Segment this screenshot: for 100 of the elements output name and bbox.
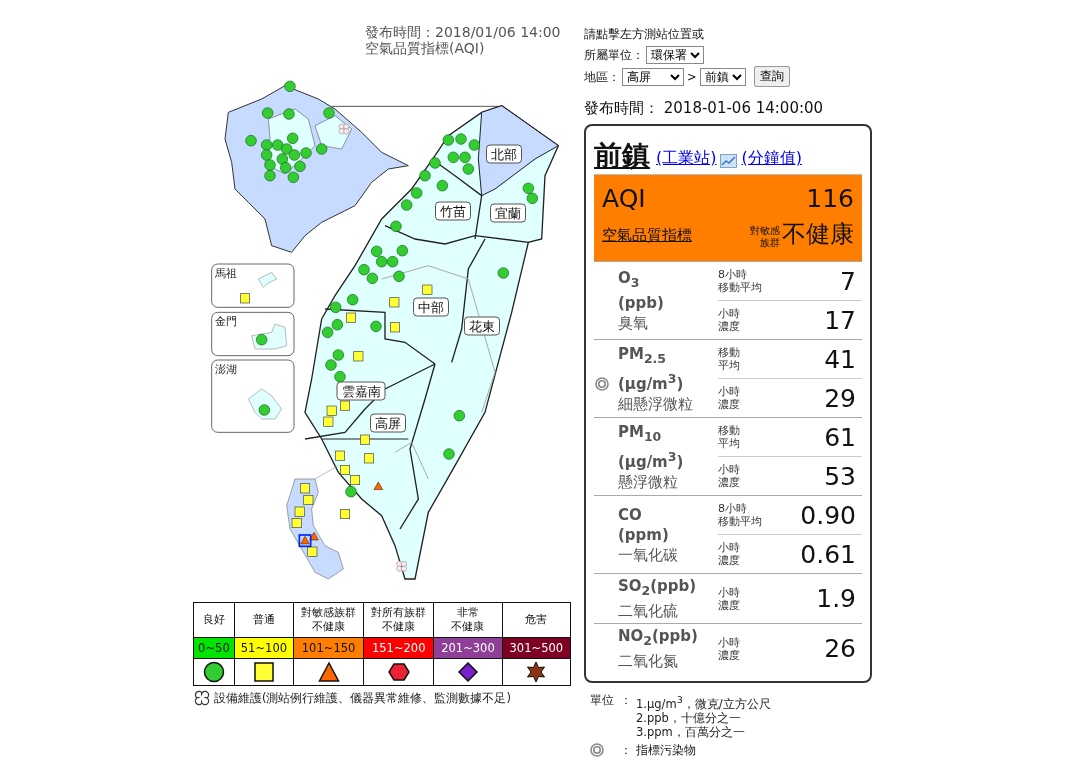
- reading-value: 0.61: [800, 539, 857, 569]
- region-label[interactable]: 雲嘉南: [336, 381, 386, 401]
- station-marker[interactable]: [360, 434, 370, 445]
- station-marker[interactable]: [401, 199, 413, 211]
- maintenance-icon[interactable]: [396, 561, 407, 572]
- station-marker[interactable]: [340, 400, 350, 411]
- inset-label[interactable]: 馬祖: [214, 266, 237, 281]
- station-marker[interactable]: [468, 139, 480, 151]
- region-label[interactable]: 北部: [486, 144, 522, 164]
- chart-icon[interactable]: [720, 154, 738, 168]
- region-label[interactable]: 高屏: [370, 413, 406, 433]
- station-marker[interactable]: [390, 220, 402, 232]
- station-marker[interactable]: [258, 404, 270, 416]
- station-marker[interactable]: [455, 133, 467, 145]
- station-marker[interactable]: [340, 509, 350, 519]
- station-marker[interactable]: [287, 171, 299, 183]
- station-marker[interactable]: [331, 319, 343, 331]
- station-marker[interactable]: [371, 245, 383, 257]
- station-marker[interactable]: [272, 139, 284, 151]
- station-marker[interactable]: [264, 170, 276, 182]
- station-marker[interactable]: [309, 532, 319, 541]
- inset-label[interactable]: 澎湖: [214, 362, 237, 377]
- station-marker[interactable]: [240, 293, 250, 304]
- station-marker[interactable]: [389, 297, 400, 308]
- station-marker[interactable]: [291, 518, 302, 528]
- station-marker[interactable]: [422, 284, 433, 295]
- station-select[interactable]: 前鎮: [699, 67, 746, 86]
- station-marker[interactable]: [453, 410, 465, 422]
- station-marker[interactable]: [245, 135, 257, 147]
- station-marker[interactable]: [346, 312, 356, 323]
- station-marker[interactable]: [358, 264, 370, 276]
- station-marker[interactable]: [350, 475, 360, 485]
- station-marker[interactable]: [323, 416, 334, 427]
- station-marker[interactable]: [294, 160, 306, 172]
- station-marker[interactable]: [459, 151, 471, 163]
- unit-select[interactable]: 環保署: [646, 46, 704, 64]
- station-marker[interactable]: [261, 139, 273, 151]
- reading-label: 小時 濃度: [718, 463, 740, 489]
- station-marker[interactable]: [326, 405, 337, 416]
- region-label[interactable]: 花東: [464, 316, 500, 336]
- station-marker[interactable]: [288, 149, 300, 161]
- station-marker[interactable]: [330, 301, 342, 313]
- station-marker[interactable]: [390, 322, 400, 333]
- station-marker[interactable]: [526, 192, 538, 204]
- station-marker[interactable]: [497, 267, 509, 279]
- station-marker[interactable]: [364, 453, 374, 464]
- query-button[interactable]: 查詢: [753, 66, 790, 87]
- station-marker[interactable]: [376, 256, 388, 268]
- station-marker[interactable]: [281, 143, 293, 155]
- station-marker[interactable]: [429, 157, 441, 169]
- station-marker[interactable]: [256, 334, 268, 346]
- station-marker[interactable]: [300, 483, 310, 494]
- aqi-link[interactable]: 空氣品質指標: [602, 226, 692, 245]
- station-marker[interactable]: [332, 349, 344, 361]
- station-marker[interactable]: [396, 245, 408, 257]
- station-marker[interactable]: [287, 132, 299, 144]
- station-marker[interactable]: [283, 108, 295, 120]
- county-select[interactable]: 高屏: [622, 67, 684, 86]
- station-marker[interactable]: [353, 351, 364, 362]
- station-marker[interactable]: [447, 151, 459, 163]
- station-marker[interactable]: [276, 153, 288, 165]
- station-marker[interactable]: [334, 371, 346, 383]
- station-marker[interactable]: [411, 187, 423, 199]
- station-marker[interactable]: [373, 481, 383, 490]
- station-marker[interactable]: [366, 272, 378, 284]
- station-marker[interactable]: [323, 107, 335, 119]
- station-marker[interactable]: [262, 107, 274, 119]
- station-marker[interactable]: [316, 143, 328, 155]
- station-marker[interactable]: [280, 162, 292, 174]
- station-marker[interactable]: [325, 359, 337, 371]
- inset-label[interactable]: 金門: [214, 314, 237, 330]
- station-marker[interactable]: [462, 163, 474, 175]
- station-marker[interactable]: [442, 134, 454, 146]
- station-marker[interactable]: [436, 180, 448, 192]
- station-marker[interactable]: [522, 182, 534, 194]
- station-marker[interactable]: [300, 147, 312, 159]
- indicator-icon: [590, 742, 604, 757]
- station-marker[interactable]: [322, 326, 334, 338]
- station-type-link[interactable]: (工業站): [656, 148, 717, 169]
- station-marker[interactable]: [303, 495, 314, 505]
- minute-values-link[interactable]: (分鐘值): [741, 148, 802, 169]
- maintenance-icon[interactable]: [338, 123, 350, 135]
- station-marker[interactable]: [284, 80, 296, 92]
- station-marker[interactable]: [443, 448, 455, 460]
- station-marker[interactable]: [419, 170, 431, 182]
- station-marker[interactable]: [264, 159, 276, 171]
- region-label[interactable]: 中部: [413, 297, 449, 317]
- station-marker[interactable]: [387, 256, 399, 268]
- region-label[interactable]: 竹苗: [435, 201, 471, 221]
- pollutant-formula: (ppb): [618, 293, 664, 313]
- station-marker[interactable]: [261, 149, 273, 161]
- station-marker[interactable]: [294, 506, 305, 517]
- station-marker[interactable]: [335, 450, 345, 461]
- station-marker[interactable]: [345, 486, 357, 498]
- station-marker[interactable]: [340, 465, 350, 475]
- region-label[interactable]: 宜蘭: [490, 203, 526, 223]
- station-marker[interactable]: [307, 546, 318, 557]
- station-marker[interactable]: [393, 270, 405, 282]
- station-marker[interactable]: [347, 294, 359, 306]
- station-marker[interactable]: [370, 320, 382, 332]
